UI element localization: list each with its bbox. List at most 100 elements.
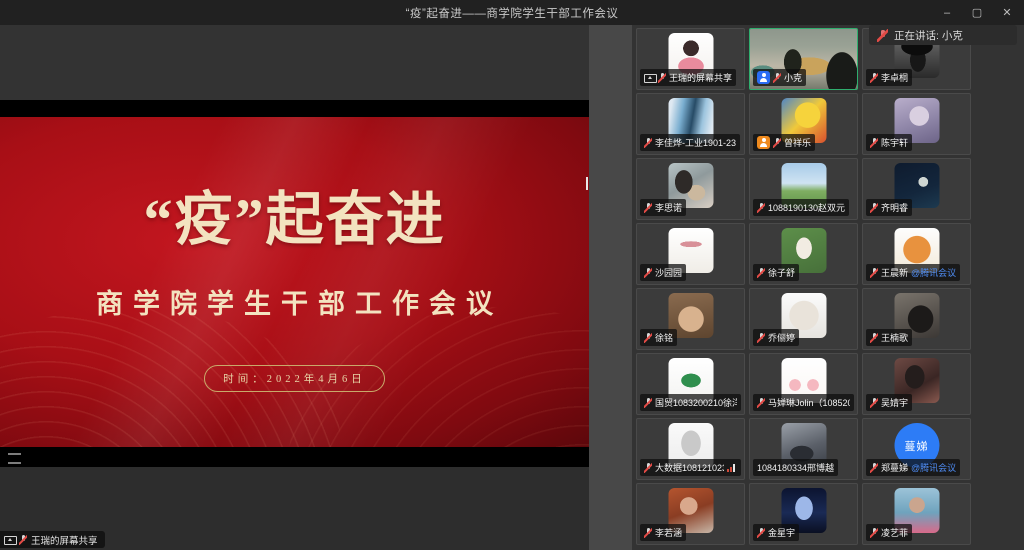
participant-tile[interactable]: 乔俪婷 — [749, 288, 858, 350]
participant-namebar: 徐子舒 — [753, 264, 799, 281]
participant-namebar: 乔俪婷 — [753, 329, 799, 346]
muted-mic-icon — [870, 138, 878, 148]
participant-name: 1088190130赵双元 — [768, 201, 845, 214]
participant-tile[interactable]: 金星宇 — [749, 483, 858, 545]
participant-namebar: 吴婧宇 — [866, 394, 912, 411]
participant-tile[interactable]: 王瑞的屏幕共享 — [636, 28, 745, 90]
participant-namebar: 王晨新 @腾讯会议 — [866, 264, 960, 281]
muted-mic-icon — [870, 268, 878, 278]
participant-tile[interactable]: 蔓娣 郑蔓娣 @腾讯会议 — [862, 418, 971, 480]
participant-tile[interactable]: 徐铭 — [636, 288, 745, 350]
shared-screen-pane: “疫”起奋进 商学院学生干部工作会议 时间：2022年4月6日 王瑞的屏幕共享 — [0, 25, 589, 550]
slide-title: “疫”起奋进 — [0, 172, 589, 256]
muted-mic-icon — [870, 463, 878, 473]
muted-mic-icon — [644, 463, 652, 473]
participant-name: 徐铭 — [655, 331, 673, 344]
participant-name: 曾祥乐 — [784, 136, 811, 149]
participant-name: 乔俪婷 — [768, 331, 795, 344]
slide-date-badge: 时间：2022年4月6日 — [204, 365, 385, 392]
muted-mic-icon — [757, 333, 765, 343]
participant-name: 郑蔓娣 — [881, 461, 908, 474]
participant-tile[interactable]: 徐子舒 — [749, 223, 858, 285]
participant-tile[interactable]: 李佳烨-工业1901-23 — [636, 93, 745, 155]
participant-name: 金星宇 — [768, 526, 795, 539]
muted-mic-icon — [757, 528, 765, 538]
participant-name: 小克 — [784, 71, 802, 84]
participant-tile[interactable]: 王晨新 @腾讯会议 — [862, 223, 971, 285]
muted-mic-icon — [870, 333, 878, 343]
participant-name: 国贸1083200210徐洋... — [655, 396, 737, 409]
muted-mic-icon — [757, 398, 765, 408]
participant-tile[interactable]: 国贸1083200210徐洋... — [636, 353, 745, 415]
muted-mic-icon — [644, 203, 652, 213]
presentation-slide: “疫”起奋进 商学院学生干部工作会议 时间：2022年4月6日 — [0, 117, 589, 447]
participant-name: 王瑞的屏幕共享 — [669, 71, 732, 84]
participant-namebar: 李卓桐 — [866, 69, 912, 86]
participant-namebar: 李思诺 — [640, 199, 686, 216]
pane-divider[interactable] — [589, 25, 632, 550]
participant-name: 李卓桐 — [881, 71, 908, 84]
participant-namebar: 马婵琳Jolin（108520... — [753, 394, 854, 411]
participant-namebar: 齐明睿 — [866, 199, 912, 216]
participant-name: 王晨新 — [881, 266, 908, 279]
muted-mic-icon — [658, 73, 666, 83]
muted-mic-icon — [644, 528, 652, 538]
participant-tile[interactable]: 吴婧宇 — [862, 353, 971, 415]
screen-share-icon — [4, 535, 15, 545]
participant-tile[interactable]: 李若涵 — [636, 483, 745, 545]
participant-namebar: 大数据108121023... — [640, 459, 741, 476]
maximize-button[interactable]: ▢ — [962, 0, 992, 25]
speaking-mic-icon — [877, 29, 888, 42]
close-button[interactable]: ✕ — [992, 0, 1022, 25]
participant-namebar: 徐铭 — [640, 329, 677, 346]
participant-namebar: 李若涵 — [640, 524, 686, 541]
participant-namebar: 小克 — [753, 69, 806, 86]
participant-name: 徐子舒 — [768, 266, 795, 279]
participant-tile[interactable]: 小克 — [749, 28, 858, 90]
participant-namebar: 沙园园 — [640, 264, 686, 281]
presenter-label: 王瑞的屏幕共享 — [0, 531, 105, 548]
avatar-initials: 蔓娣 — [905, 438, 929, 454]
muted-mic-icon — [644, 268, 652, 278]
participant-grid-pane: 王瑞的屏幕共享 小克 李卓桐 — [632, 25, 1024, 550]
minimize-button[interactable]: – — [932, 0, 962, 25]
window-controls: – ▢ ✕ — [932, 0, 1022, 25]
muted-mic-icon — [644, 138, 652, 148]
participant-namebar: 陈宇轩 — [866, 134, 912, 151]
person-badge-icon — [757, 136, 770, 149]
title-bar: “疫”起奋进——商学院学生干部工作会议 – ▢ ✕ — [0, 0, 1024, 25]
person-badge-icon — [757, 71, 770, 84]
participant-tile[interactable]: 沙园园 — [636, 223, 745, 285]
participant-name-suffix: @腾讯会议 — [911, 461, 956, 474]
muted-mic-icon — [870, 528, 878, 538]
participant-tile[interactable]: 1084180334邢博越 — [749, 418, 858, 480]
participant-tile[interactable]: 大数据108121023... — [636, 418, 745, 480]
participant-name: 李若涵 — [655, 526, 682, 539]
presenter-name: 王瑞的屏幕共享 — [31, 533, 98, 547]
participant-name: 1084180334邢博越 — [757, 461, 834, 474]
muted-mic-icon — [773, 138, 781, 148]
participant-name: 吴婧宇 — [881, 396, 908, 409]
network-signal-icon — [727, 464, 737, 472]
participant-tile[interactable]: 曾祥乐 — [749, 93, 858, 155]
participant-tile[interactable]: 王楠歌 — [862, 288, 971, 350]
muted-mic-icon — [757, 268, 765, 278]
participant-tile[interactable]: 1088190130赵双元 — [749, 158, 858, 220]
pointer-mark — [586, 177, 588, 190]
participant-tile[interactable]: 陈宇轩 — [862, 93, 971, 155]
participant-name: 齐明睿 — [881, 201, 908, 214]
participant-tile[interactable]: 马婵琳Jolin（108520... — [749, 353, 858, 415]
participant-tile[interactable]: 凌艺菲 — [862, 483, 971, 545]
participant-tile[interactable]: 李思诺 — [636, 158, 745, 220]
meeting-window: “疫”起奋进——商学院学生干部工作会议 – ▢ ✕ “疫”起奋进 商学院学生干部… — [0, 0, 1024, 550]
participant-namebar: 郑蔓娣 @腾讯会议 — [866, 459, 960, 476]
slide-date-wrap: 时间：2022年4月6日 — [0, 365, 589, 392]
muted-mic-icon — [644, 398, 652, 408]
muted-mic-icon — [757, 203, 765, 213]
participant-name: 李思诺 — [655, 201, 682, 214]
participant-namebar: 国贸1083200210徐洋... — [640, 394, 741, 411]
participant-grid: 王瑞的屏幕共享 小克 李卓桐 — [636, 28, 971, 545]
muted-mic-icon — [870, 398, 878, 408]
participant-tile[interactable]: 齐明睿 — [862, 158, 971, 220]
muted-mic-icon — [773, 73, 781, 83]
